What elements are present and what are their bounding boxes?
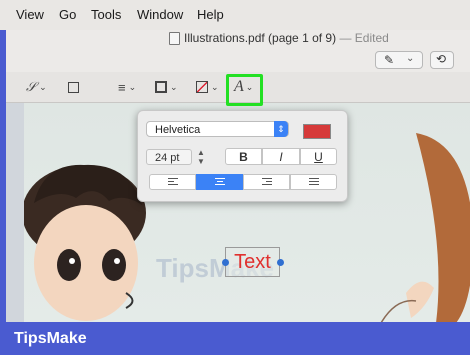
chevron-down-icon: ⌄ (406, 53, 415, 64)
signature-icon: 𝒮 (26, 79, 37, 94)
chevron-down-icon: ⌄ (128, 81, 137, 92)
window-title: Illustrations.pdf (page 1 of 9) — Edited (184, 31, 389, 45)
resize-handle-right[interactable] (277, 259, 284, 266)
chevron-down-icon: ⌄ (170, 81, 178, 92)
border-color-button[interactable]: ⌄ (155, 78, 178, 96)
align-right-button[interactable] (243, 174, 290, 190)
font-family-value: Helvetica (155, 124, 201, 136)
font-size-field[interactable]: 24 pt (146, 149, 192, 165)
chevron-down-icon: ⌄ (39, 81, 47, 92)
menu-help[interactable]: Help (197, 7, 224, 22)
fill-color-icon (196, 81, 208, 93)
markup-toolbar-button[interactable]: ✎ ⌄ (375, 51, 423, 69)
document-name: Illustrations.pdf (page 1 of 9) (184, 31, 337, 45)
brand-logo-text: TipsMake (14, 330, 87, 347)
menu-tools[interactable]: Tools (91, 7, 121, 22)
sidebar-edge (6, 103, 24, 322)
menu-go[interactable]: Go (59, 7, 76, 22)
underline-button[interactable]: U (300, 148, 337, 165)
note-icon (68, 81, 79, 93)
pdf-document-icon (169, 32, 180, 45)
font-size-value: 24 pt (155, 152, 180, 164)
fill-color-button[interactable]: ⌄ (196, 78, 219, 96)
menu-view[interactable]: View (16, 7, 44, 22)
align-left-icon (167, 178, 178, 187)
menu-window[interactable]: Window (137, 7, 183, 22)
align-left-button[interactable] (149, 174, 196, 190)
italic-button[interactable]: I (262, 148, 300, 165)
signature-button[interactable]: 𝒮 ⌄ (26, 78, 47, 96)
note-button[interactable] (68, 78, 79, 96)
select-arrow-icon: ⇕ (274, 121, 288, 137)
line-style-button[interactable]: ≡ ⌄ (118, 78, 136, 96)
rotate-icon: ⟲ (436, 52, 447, 66)
text-style-highlight (226, 74, 263, 106)
text-annotation-box[interactable]: Text (225, 247, 280, 277)
align-justify-button[interactable] (290, 174, 337, 190)
chevron-down-icon: ⌄ (211, 81, 219, 92)
align-center-button[interactable] (196, 174, 243, 190)
edited-status: — Edited (339, 31, 389, 45)
pen-markup-icon: ✎ (384, 53, 395, 67)
text-style-popover: Helvetica ⇕ 24 pt ▲ ▼ B I U (137, 110, 348, 202)
font-color-swatch[interactable] (303, 124, 331, 139)
bold-button[interactable]: B (225, 148, 262, 165)
menu-bar: View Go Tools Window Help (0, 0, 470, 30)
align-center-icon (214, 178, 225, 187)
align-justify-icon (308, 178, 319, 187)
rotate-button[interactable]: ⟲ (430, 51, 454, 69)
girl-illustration (380, 133, 470, 322)
font-family-select[interactable]: Helvetica ⇕ (146, 121, 289, 137)
stepper-down-icon: ▼ (197, 157, 205, 166)
font-size-stepper[interactable]: ▲ ▼ (196, 148, 206, 166)
border-color-icon (155, 81, 167, 93)
footer-bar: TipsMake (0, 322, 470, 355)
line-style-icon: ≡ (118, 79, 126, 95)
stepper-up-icon: ▲ (197, 148, 205, 157)
resize-handle-left[interactable] (222, 259, 229, 266)
title-bar: Illustrations.pdf (page 1 of 9) — Edited… (6, 30, 470, 72)
align-right-icon (261, 178, 272, 187)
